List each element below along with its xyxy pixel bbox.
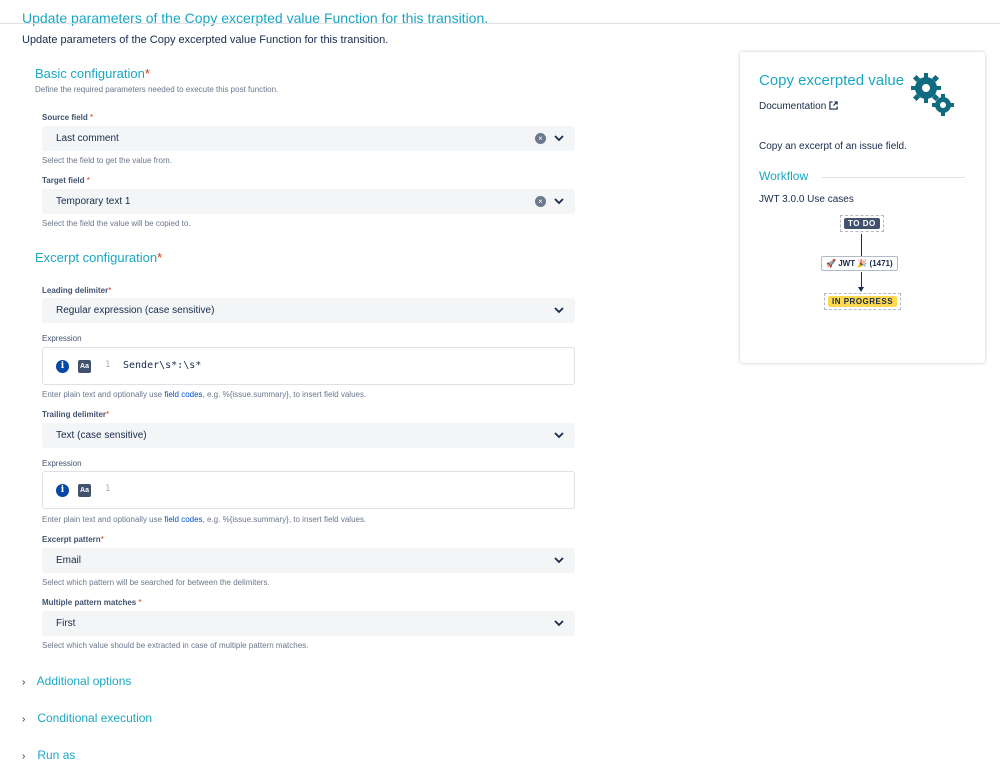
trailing-delimiter-label: Trailing delimiter* [42,410,110,419]
expression-help: Enter plain text and optionally use fiel… [42,390,367,399]
basic-config-title: Basic configuration* [35,66,150,81]
trailing-delimiter-value: Text (case sensitive) [56,430,147,441]
info-panel: Copy excerpted value Documentation Copy … [740,52,985,363]
excerpt-pattern-select[interactable]: Email [42,548,575,573]
expression-code[interactable]: Sender\s*:\s* [123,360,201,371]
expression-help: Enter plain text and optionally use fiel… [42,515,367,524]
title-divider [0,23,1000,24]
case-sensitivity-icon[interactable]: Aa [78,484,91,497]
info-icon[interactable]: i [56,484,69,497]
documentation-link[interactable]: Documentation [759,101,838,112]
status-todo: TO DO [840,215,884,232]
source-field-value: Last comment [56,133,119,144]
run-as-toggle[interactable]: › Run as [22,748,75,762]
arrow-down-icon [858,287,864,292]
chevron-right-icon: › [22,677,26,688]
source-field-select[interactable]: Last comment × [42,126,575,151]
chevron-down-icon[interactable] [552,553,566,567]
multiple-matches-help: Select which value should be extracted i… [42,641,309,650]
external-link-icon [829,101,838,110]
target-field-value: Temporary text 1 [56,196,131,207]
page-subtitle: Update parameters of the Copy excerpted … [22,34,389,46]
chevron-right-icon: › [22,714,26,725]
workflow-title: Workflow [759,169,809,183]
leading-delimiter-select[interactable]: Regular expression (case sensitive) [42,298,575,323]
leading-expression-editor[interactable]: i Aa 1 Sender\s*:\s* [42,347,575,385]
expression-label: Expression [42,459,82,468]
target-field-select[interactable]: Temporary text 1 × [42,189,575,214]
panel-title: Copy excerpted value [759,72,905,89]
excerpt-config-title: Excerpt configuration* [35,250,163,265]
case-sensitivity-icon[interactable]: Aa [78,360,91,373]
clear-icon[interactable]: × [535,196,546,207]
trailing-delimiter-select[interactable]: Text (case sensitive) [42,423,575,448]
excerpt-pattern-help: Select which pattern will be searched fo… [42,578,270,587]
multiple-matches-select[interactable]: First [42,611,575,636]
workflow-diagram: TO DO 🚀 JWT 🎉 (1471) IN PROGRESS [820,214,904,318]
leading-delimiter-value: Regular expression (case sensitive) [56,305,215,316]
target-field-help: Select the field the value will be copie… [42,219,191,228]
conditional-execution-toggle[interactable]: › Conditional execution [22,711,152,725]
party-icon: 🎉 [857,259,868,268]
source-field-help: Select the field to get the value from. [42,156,172,165]
line-number: 1 [105,484,111,494]
panel-description: Copy an excerpt of an issue field. [759,141,907,152]
status-in-progress: IN PROGRESS [824,293,902,310]
additional-options-toggle[interactable]: › Additional options [22,674,131,688]
rocket-icon: 🚀 [826,259,836,268]
leading-delimiter-label: Leading delimiter* [42,286,112,295]
field-codes-link[interactable]: field codes [164,515,202,524]
excerpt-pattern-label: Excerpt pattern* [42,535,104,544]
trailing-expression-editor[interactable]: i Aa 1 [42,471,575,509]
chevron-down-icon[interactable] [552,303,566,317]
chevron-down-icon[interactable] [552,616,566,630]
chevron-right-icon: › [22,751,26,762]
field-codes-link[interactable]: field codes [164,390,202,399]
expression-label: Expression [42,334,82,343]
line-number: 1 [105,360,111,370]
multiple-matches-value: First [56,618,76,629]
target-field-label: Target field * [42,176,90,185]
source-field-label: Source field * [42,113,94,122]
info-icon[interactable]: i [56,360,69,373]
chevron-down-icon[interactable] [552,131,566,145]
workflow-transition: 🚀 JWT 🎉 (1471) [821,256,898,271]
clear-icon[interactable]: × [535,133,546,144]
multiple-matches-label: Multiple pattern matches * [42,598,142,607]
chevron-down-icon[interactable] [552,194,566,208]
chevron-down-icon[interactable] [552,428,566,442]
gears-icon [911,73,954,116]
excerpt-pattern-value: Email [56,555,82,566]
workflow-use-case: JWT 3.0.0 Use cases [759,194,854,205]
workflow-connector [861,234,862,256]
basic-config-description: Define the required parameters needed to… [35,85,279,94]
workflow-divider [822,177,965,178]
